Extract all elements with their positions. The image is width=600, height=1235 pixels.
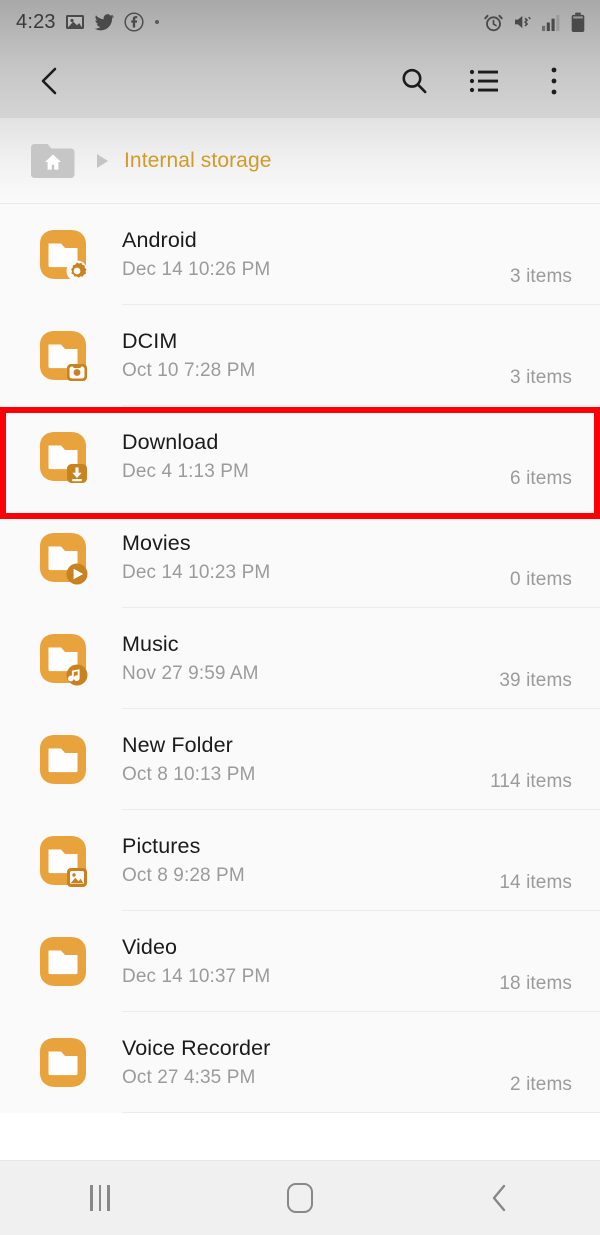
home-folder-icon (31, 143, 75, 178)
list-item-name: New Folder (122, 732, 233, 757)
list-item-name: Android (122, 227, 197, 252)
play-badge-icon (66, 563, 88, 584)
folder-icon-plain (32, 931, 94, 993)
nav-back-icon (492, 1184, 506, 1212)
list-item-text: New Folder Oct 8 10:13 PM (122, 732, 490, 788)
list-item-date: Dec 4 1:13 PM (122, 460, 249, 482)
list-item-date: Dec 14 10:37 PM (122, 965, 271, 987)
list-item-count: 14 items (499, 872, 572, 893)
list-item-text: Voice Recorder Oct 27 4:35 PM (122, 1035, 510, 1091)
list-item[interactable]: New Folder Oct 8 10:13 PM 114 items (0, 709, 600, 810)
list-item-text: Pictures Oct 8 9:28 PM (122, 833, 499, 889)
list-item-name: Voice Recorder (122, 1035, 271, 1060)
list-item-date: Oct 10 7:28 PM (122, 359, 256, 381)
list-item-date: Nov 27 9:59 AM (122, 662, 259, 684)
app-toolbar (0, 44, 600, 118)
list-item-count: 39 items (499, 670, 572, 691)
back-chevron-icon (41, 67, 57, 95)
home-button[interactable] (260, 1161, 340, 1235)
status-bar-right (483, 12, 586, 33)
list-item-name: Pictures (122, 833, 201, 858)
list-item[interactable]: Pictures Oct 8 9:28 PM 14 items (0, 810, 600, 911)
list-item-text: Video Dec 14 10:37 PM (122, 934, 499, 990)
twitter-icon (94, 14, 114, 31)
breadcrumb: Internal storage (0, 118, 600, 204)
folder-icon-with-gear-badge (32, 224, 94, 286)
list-item-date: Dec 14 10:26 PM (122, 258, 271, 280)
list-item[interactable]: DCIM Oct 10 7:28 PM 3 items (0, 305, 600, 406)
list-item-text: Android Dec 14 10:26 PM (122, 227, 510, 283)
list-item-text: Download Dec 4 1:13 PM (122, 429, 510, 485)
list-item-text: DCIM Oct 10 7:28 PM (122, 328, 510, 384)
image-icon (65, 15, 84, 29)
triangle-right-icon (97, 153, 108, 168)
list-item[interactable]: Video Dec 14 10:37 PM 18 items (0, 911, 600, 1012)
download-badge-icon (67, 463, 87, 483)
list-item-date: Oct 8 9:28 PM (122, 864, 245, 886)
alarm-icon (484, 14, 503, 31)
status-bar-left: 4:23 (16, 11, 161, 34)
recents-button[interactable] (60, 1161, 140, 1235)
more-options-button[interactable] (530, 57, 578, 105)
back-button[interactable] (26, 57, 74, 105)
folder-icon-with-play-badge (32, 527, 94, 589)
status-clock: 4:23 (16, 10, 56, 33)
folder-icon-with-camera-badge (32, 325, 94, 387)
list-item-date: Oct 8 10:13 PM (122, 763, 256, 785)
list-item-name: Music (122, 631, 179, 656)
recents-icon (90, 1185, 110, 1211)
system-nav-bar (0, 1160, 600, 1235)
list-item-count: 0 items (510, 569, 572, 590)
facebook-icon (124, 12, 144, 32)
list-item-name: Movies (122, 530, 191, 555)
list-item-count: 18 items (499, 973, 572, 994)
list-view-button[interactable] (460, 57, 508, 105)
list-item-count: 6 items (510, 468, 572, 489)
dot-icon (154, 20, 159, 24)
list-item-count: 3 items (510, 367, 572, 388)
file-list: Android Dec 14 10:26 PM 3 items DCIM Oct… (0, 204, 600, 1113)
list-item-name: DCIM (122, 328, 178, 353)
list-view-icon (469, 69, 498, 93)
folder-icon-with-download-badge (32, 426, 94, 488)
list-item[interactable]: Voice Recorder Oct 27 4:35 PM 2 items (0, 1012, 600, 1113)
home-icon (287, 1183, 313, 1213)
list-item-text: Music Nov 27 9:59 AM (122, 631, 499, 687)
battery-icon (571, 12, 585, 32)
folder-icon-with-music-badge (32, 628, 94, 690)
breadcrumb-home-button[interactable] (28, 141, 78, 181)
list-item-name: Video (122, 934, 178, 959)
list-item-date: Oct 27 4:35 PM (122, 1066, 256, 1088)
mute-vibrate-icon (515, 15, 532, 29)
nav-back-button[interactable] (460, 1161, 540, 1235)
more-vertical-icon (551, 67, 557, 95)
search-icon (402, 68, 427, 94)
folder-icon-plain (32, 729, 94, 791)
list-item[interactable]: Movies Dec 14 10:23 PM 0 items (0, 507, 600, 608)
list-item-name: Download (122, 429, 219, 454)
status-bar: 4:23 (0, 0, 600, 44)
image-badge-icon (67, 867, 87, 887)
list-item[interactable]: Music Nov 27 9:59 AM 39 items (0, 608, 600, 709)
list-item[interactable]: Android Dec 14 10:26 PM 3 items (0, 204, 600, 305)
list-item-text: Movies Dec 14 10:23 PM (122, 530, 510, 586)
music-note-badge-icon (66, 664, 88, 685)
list-item-date: Dec 14 10:23 PM (122, 561, 271, 583)
list-item-count: 114 items (490, 771, 572, 792)
signal-icon (542, 14, 560, 31)
folder-icon-with-image-badge (32, 830, 94, 892)
list-item-count: 3 items (510, 266, 572, 287)
camera-badge-icon (67, 363, 87, 381)
search-button[interactable] (390, 57, 438, 105)
breadcrumb-current-label[interactable]: Internal storage (124, 149, 272, 173)
list-item-download[interactable]: Download Dec 4 1:13 PM 6 items (0, 406, 600, 507)
folder-icon-plain (32, 1032, 94, 1094)
list-item-count: 2 items (510, 1074, 572, 1095)
